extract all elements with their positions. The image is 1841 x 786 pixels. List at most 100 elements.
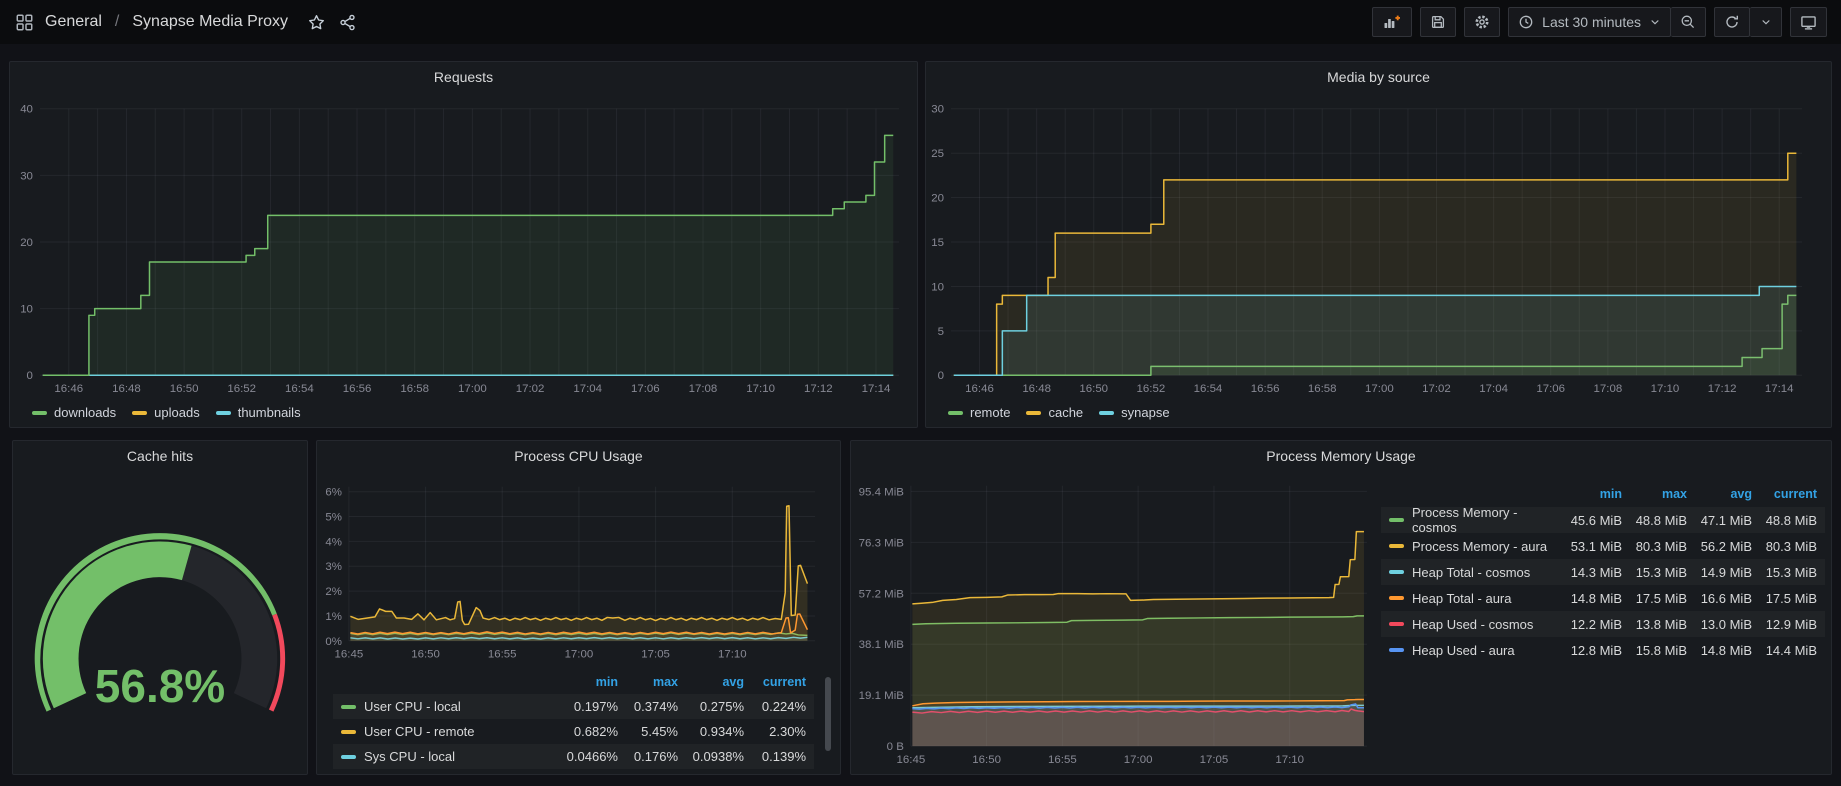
stat-current: 15.3 MiB [1752, 565, 1817, 580]
legend-header-avg[interactable]: avg [1687, 487, 1752, 501]
cache-hits-gauge[interactable] [13, 441, 307, 774]
svg-text:17:12: 17:12 [1708, 383, 1737, 395]
series-color-swatch [1026, 411, 1041, 415]
series-color-swatch [341, 705, 356, 709]
kiosk-mode-button[interactable] [1790, 7, 1827, 37]
stat-max: 5.45% [618, 724, 678, 739]
series-color-swatch [32, 411, 47, 415]
legend-item[interactable]: thumbnails [216, 405, 301, 420]
series-toggle[interactable]: Heap Total - cosmos [1389, 565, 1556, 580]
series-toggle[interactable]: Heap Used - aura [1389, 643, 1556, 658]
series-color-swatch [1389, 570, 1404, 574]
series-toggle[interactable]: Heap Total - aura [1389, 591, 1556, 606]
breadcrumb-folder[interactable]: General [45, 13, 102, 31]
star-icon[interactable] [306, 12, 327, 33]
series-toggle[interactable]: User CPU - local [341, 699, 552, 714]
toolbar: Last 30 minutes [1372, 7, 1827, 37]
legend-table-row: User CPU - remote 0.682% 5.45% 0.934% 2.… [333, 719, 814, 744]
dashboard-settings-button[interactable] [1464, 7, 1500, 37]
share-icon[interactable] [337, 12, 358, 33]
stat-avg: 14.9 MiB [1687, 565, 1752, 580]
time-range-picker[interactable]: Last 30 minutes [1508, 7, 1671, 37]
stat-avg: 14.8 MiB [1687, 643, 1752, 658]
legend-item[interactable]: cache [1026, 405, 1083, 420]
series-label: Sys CPU - local [364, 749, 455, 764]
series-color-swatch [1389, 518, 1404, 522]
series-color-swatch [1099, 411, 1114, 415]
svg-text:16:50: 16:50 [1079, 383, 1108, 395]
legend-table-row: Process Memory - cosmos 45.6 MiB 48.8 Mi… [1381, 507, 1825, 533]
series-color-swatch [1389, 596, 1404, 600]
legend-item[interactable]: downloads [32, 405, 116, 420]
stat-min: 14.3 MiB [1556, 565, 1622, 580]
legend-header-current[interactable]: current [744, 675, 806, 689]
svg-text:17:06: 17:06 [1536, 383, 1565, 395]
legend-scrollbar[interactable] [825, 677, 831, 751]
svg-text:17:05: 17:05 [641, 649, 670, 661]
zoom-out-button[interactable] [1671, 7, 1706, 37]
legend-item[interactable]: uploads [132, 405, 200, 420]
monitor-icon [1800, 14, 1817, 31]
series-toggle[interactable]: User CPU - remote [341, 724, 552, 739]
breadcrumb-dashboard-title[interactable]: Synapse Media Proxy [132, 13, 288, 31]
legend-header-max[interactable]: max [1622, 487, 1687, 501]
series-label: remote [970, 405, 1010, 420]
panel-cache-hits: Cache hits 56.8% [12, 440, 308, 775]
svg-text:0 B: 0 B [887, 741, 905, 753]
series-color-swatch [1389, 622, 1404, 626]
svg-text:17:10: 17:10 [1275, 754, 1304, 766]
legend-header-avg[interactable]: avg [678, 675, 744, 689]
add-panel-button[interactable] [1372, 7, 1412, 37]
series-label: downloads [54, 405, 116, 420]
legend-header-current[interactable]: current [1752, 487, 1817, 501]
svg-text:0: 0 [27, 370, 33, 382]
refresh-button[interactable] [1714, 7, 1750, 37]
series-label: User CPU - local [364, 699, 461, 714]
panel-title-memory[interactable]: Process Memory Usage [851, 441, 1831, 471]
save-dashboard-button[interactable] [1420, 7, 1456, 37]
svg-text:16:58: 16:58 [400, 383, 429, 395]
memory-legend-header: min max avg current [1381, 481, 1825, 507]
svg-text:16:50: 16:50 [411, 649, 440, 661]
series-label: Process Memory - aura [1412, 539, 1547, 554]
series-toggle[interactable]: Process Memory - cosmos [1389, 505, 1556, 535]
legend-header-max[interactable]: max [618, 675, 678, 689]
svg-text:38.1 MiB: 38.1 MiB [859, 639, 905, 651]
svg-text:17:14: 17:14 [862, 383, 891, 395]
requests-legend: downloads uploads thumbnails [32, 405, 301, 420]
legend-item[interactable]: remote [948, 405, 1010, 420]
svg-text:0%: 0% [325, 636, 342, 648]
requests-chart[interactable]: 01020304016:4616:4816:5016:5216:5416:561… [10, 62, 917, 427]
series-toggle[interactable]: Heap Used - cosmos [1389, 617, 1556, 632]
refresh-icon [1724, 14, 1740, 30]
stat-current: 17.5 MiB [1752, 591, 1817, 606]
panel-requests: Requests 01020304016:4616:4816:5016:5216… [9, 61, 918, 428]
legend-table-row: Process Memory - aura 53.1 MiB 80.3 MiB … [1381, 533, 1825, 559]
panel-title-cache-hits[interactable]: Cache hits [13, 441, 307, 471]
stat-min: 0.0466% [552, 749, 618, 764]
series-color-swatch [1389, 648, 1404, 652]
legend-header-min[interactable]: min [552, 675, 618, 689]
svg-text:17:10: 17:10 [718, 649, 747, 661]
series-label: Heap Used - aura [1412, 643, 1515, 658]
legend-header-min[interactable]: min [1556, 487, 1622, 501]
series-label: cache [1048, 405, 1083, 420]
chevron-down-icon [1649, 16, 1661, 28]
svg-text:25: 25 [931, 148, 944, 160]
media-by-source-chart[interactable]: 05101520253016:4616:4816:5016:5216:5416:… [926, 62, 1831, 427]
series-toggle[interactable]: Process Memory - aura [1389, 539, 1556, 554]
panel-title-cpu[interactable]: Process CPU Usage [317, 441, 840, 471]
panel-title-requests[interactable]: Requests [10, 62, 917, 92]
series-label: Process Memory - cosmos [1412, 505, 1556, 535]
panel-title-media[interactable]: Media by source [926, 62, 1831, 92]
svg-text:17:06: 17:06 [631, 383, 660, 395]
series-label: Heap Used - cosmos [1412, 617, 1533, 632]
dashboards-grid-icon[interactable] [14, 12, 35, 33]
series-label: synapse [1121, 405, 1169, 420]
gear-icon [1474, 14, 1490, 30]
svg-text:17:04: 17:04 [573, 383, 602, 395]
refresh-interval-dropdown[interactable] [1750, 7, 1782, 37]
svg-text:5%: 5% [325, 512, 342, 524]
series-toggle[interactable]: Sys CPU - local [341, 749, 552, 764]
legend-item[interactable]: synapse [1099, 405, 1169, 420]
